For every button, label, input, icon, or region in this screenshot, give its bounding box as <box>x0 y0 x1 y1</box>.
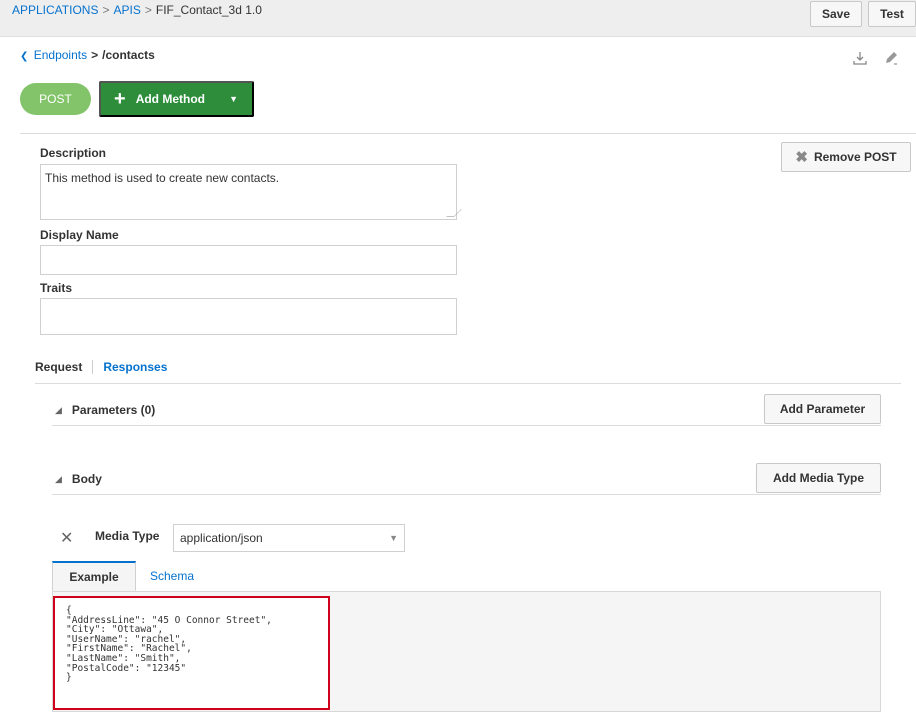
endpoint-separator: > <box>91 48 99 62</box>
endpoints-back-label: Endpoints <box>33 48 88 62</box>
test-button[interactable]: Test <box>868 1 916 27</box>
request-response-tabs: Request Responses <box>35 360 167 374</box>
breadcrumb-current: FIF_Contact_3d 1.0 <box>155 3 262 17</box>
breadcrumb-separator: > <box>144 3 152 17</box>
traits-input[interactable] <box>40 298 457 335</box>
add-method-label: Add Method <box>135 92 206 106</box>
description-textarea[interactable]: This method is used to create new contac… <box>40 164 462 220</box>
divider <box>52 494 881 495</box>
tab-request[interactable]: Request <box>35 360 82 374</box>
remove-post-button[interactable]: ✖ Remove POST <box>781 142 911 172</box>
media-type-value: application/json <box>180 531 263 545</box>
download-icon[interactable] <box>852 50 868 66</box>
collapse-triangle-icon: ◢ <box>55 404 62 415</box>
post-method-badge[interactable]: POST <box>20 83 91 115</box>
save-button[interactable]: Save <box>810 1 862 27</box>
description-label: Description <box>40 146 107 160</box>
add-media-type-button[interactable]: Add Media Type <box>756 463 881 493</box>
parameters-section-header[interactable]: ◢ Parameters (0) <box>55 403 155 417</box>
media-type-label: Media Type <box>95 529 160 543</box>
close-icon: ✖ <box>795 149 808 166</box>
example-json-code[interactable]: { "AddressLine": "45 O Connor Street", "… <box>66 606 272 683</box>
media-type-select[interactable]: application/json ▼ <box>173 524 405 552</box>
description-value: This method is used to create new contac… <box>45 171 280 185</box>
breadcrumb: APPLICATIONS > APIS > FIF_Contact_3d 1.0 <box>12 3 262 17</box>
tab-example[interactable]: Example <box>52 561 136 591</box>
add-parameter-button[interactable]: Add Parameter <box>764 394 881 424</box>
divider <box>20 133 916 134</box>
endpoints-back-link[interactable]: ❮ Endpoints <box>20 48 87 62</box>
top-bar: APPLICATIONS > APIS > FIF_Contact_3d 1.0 Sav… <box>0 0 916 37</box>
breadcrumb-applications-link[interactable]: APPLICATIONS <box>12 3 98 17</box>
tab-schema[interactable]: Schema <box>136 561 208 591</box>
divider <box>35 383 901 384</box>
display-name-label: Display Name <box>40 228 119 242</box>
body-title: Body <box>71 472 102 486</box>
caret-down-icon: ▼ <box>229 94 238 104</box>
chevron-down-icon: ▼ <box>389 533 398 543</box>
collapse-triangle-icon: ◢ <box>55 473 62 484</box>
remove-media-type-icon[interactable]: ✕ <box>60 528 73 548</box>
resize-handle-icon[interactable] <box>446 209 462 217</box>
endpoint-path: /contacts <box>102 48 155 62</box>
tab-divider <box>92 360 94 374</box>
display-name-input[interactable] <box>40 245 457 275</box>
breadcrumb-separator: > <box>102 3 110 17</box>
traits-label: Traits <box>40 281 73 295</box>
remove-post-label: Remove POST <box>813 150 897 164</box>
divider <box>52 425 881 426</box>
parameters-title: Parameters (0) <box>71 403 156 417</box>
chevron-left-icon: ❮ <box>20 51 29 62</box>
add-method-button[interactable]: + Add Method ▼ <box>99 81 254 117</box>
example-schema-tabs: Example Schema <box>52 561 208 591</box>
endpoint-nav: ❮ Endpoints >/contacts <box>20 48 155 62</box>
plus-icon: + <box>114 88 126 110</box>
tab-responses[interactable]: Responses <box>103 360 167 374</box>
body-section-header[interactable]: ◢ Body <box>55 472 102 486</box>
edit-icon[interactable] <box>883 50 899 66</box>
breadcrumb-apis-link[interactable]: APIS <box>113 3 140 17</box>
